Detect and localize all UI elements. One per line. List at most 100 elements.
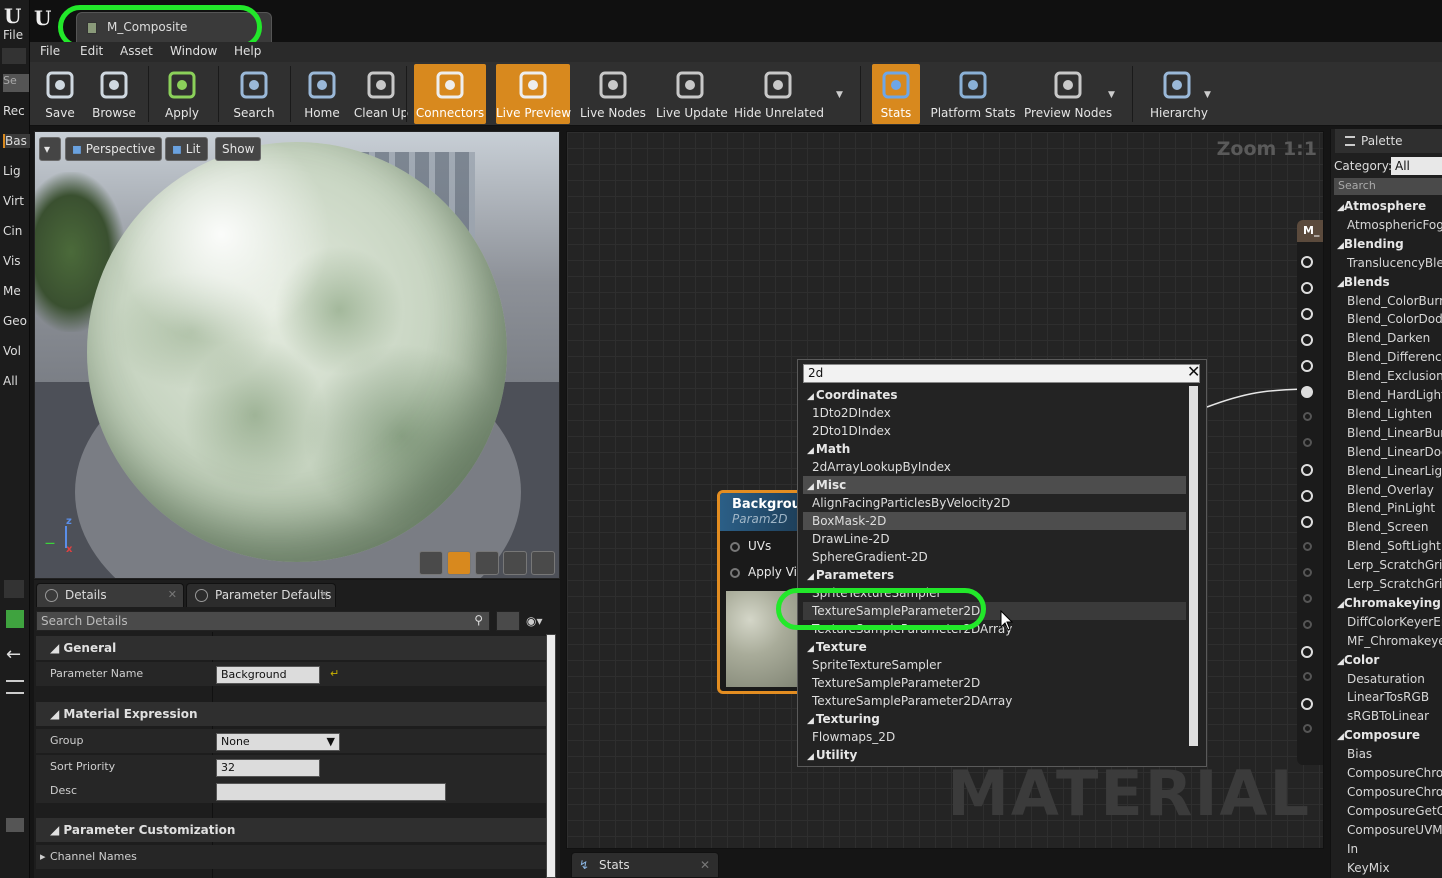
live-preview-button[interactable]: Live Preview [496,64,571,124]
expand-arrow-icon[interactable]: ◢ [807,392,814,402]
context-menu-item[interactable]: BoxMask-2D [803,512,1186,530]
result-input-pin-icon[interactable] [1303,724,1312,733]
hierarchy-button[interactable]: Hierarchy [1150,64,1208,124]
input-pin-icon[interactable] [730,541,740,552]
context-menu-item[interactable]: 2Dto1DIndex [803,422,1186,440]
result-input-pin-icon[interactable] [1301,464,1313,476]
pin-uvs[interactable]: UVs [730,539,771,553]
save-button[interactable]: Save [34,64,86,124]
context-menu-scrollbar[interactable] [1189,386,1198,746]
lit-button[interactable]: ◼ Lit [165,137,208,161]
expand-arrow-icon[interactable]: ◢ [1337,279,1344,289]
section-general[interactable]: ◢ General [36,636,546,660]
palette-category[interactable]: ◢Atmosphere [1331,197,1442,216]
category-dropdown[interactable]: All [1391,157,1442,175]
result-input-pin-icon[interactable] [1301,516,1313,528]
result-input-pin-icon[interactable] [1301,646,1313,658]
parameter-name-input[interactable]: Background [216,666,320,684]
chevron-down-icon[interactable]: ▼ [836,90,843,100]
palette-item[interactable]: Blend_Darken [1331,329,1442,348]
place-category-item[interactable]: Bas [3,134,30,148]
node-search-input[interactable]: 2d [803,364,1200,383]
palette-category[interactable]: ◢Color [1331,651,1442,670]
list-icon[interactable] [6,680,24,694]
place-category-item[interactable]: Lig [3,164,21,178]
palette-category[interactable]: ◢Blending [1331,235,1442,254]
palette-category[interactable]: ◢Composure [1331,726,1442,745]
palette-item[interactable]: LinearTosRGB [1331,688,1442,707]
tab-stats[interactable]: ↯ Stats ✕ [571,852,719,878]
result-input-pin-icon[interactable] [1301,360,1313,372]
context-menu-category[interactable]: ◢ Texture [803,638,1186,656]
result-input-pin-icon[interactable] [1301,334,1313,346]
palette-item[interactable]: Blend_LinearLigh [1331,462,1442,481]
close-icon[interactable]: ✕ [700,853,710,877]
file-menu-partial[interactable]: File [3,28,23,42]
material-result-node[interactable]: M_ [1297,220,1323,765]
expand-arrow-icon[interactable]: ▸ [40,845,46,869]
palette-category[interactable]: ◢Blends [1331,273,1442,292]
close-icon[interactable]: ✕ [320,584,329,606]
menu-window[interactable]: Window [170,44,217,58]
result-input-pin-icon[interactable] [1303,412,1312,421]
section-parameter-customization[interactable]: ◢ Parameter Customization [36,818,546,842]
result-input-pin-icon[interactable] [1303,672,1312,681]
close-icon[interactable]: ✕ [1187,364,1201,380]
palette-item[interactable]: Blend_Overlay [1331,481,1442,500]
chevron-down-icon[interactable]: ▼ [1108,90,1115,100]
place-category-item[interactable]: Vol [3,344,21,358]
context-menu-category[interactable]: ◢ Utility [803,746,1186,764]
context-menu-item[interactable]: SpriteTextureSampler [803,656,1186,674]
details-scrollbar[interactable] [546,634,556,878]
expand-arrow-icon[interactable]: ◢ [1337,241,1344,251]
hide-unrelated-button[interactable]: Hide Unrelated [734,64,824,124]
palette-item[interactable]: Blend_PinLight [1331,499,1442,518]
context-menu-item[interactable]: 1Dto2DIndex [803,404,1186,422]
place-category-item[interactable]: Vis [3,254,21,268]
tab-parameter-defaults[interactable]: Parameter Defaults ✕ [186,583,336,607]
result-input-pin-icon[interactable] [1301,386,1313,398]
content-browser-icon[interactable] [4,580,24,598]
expand-arrow-icon[interactable]: ◢ [1337,732,1344,742]
result-input-pin-icon[interactable] [1301,256,1313,268]
view-options-list-icon[interactable] [496,611,520,631]
sphere-preview-icon[interactable] [447,551,471,575]
palette-item[interactable]: ComposureChro [1331,783,1442,802]
row-channel-names[interactable]: ▸ Channel Names [36,845,546,869]
context-menu-item[interactable]: TextureSampleParameter2D [803,674,1186,692]
sort-priority-input[interactable]: 32 [216,759,320,777]
back-arrow-icon[interactable]: ← [6,644,21,665]
perspective-button[interactable]: ◼ Perspective [65,137,163,161]
palette-category[interactable]: ◢Chromakeying [1331,594,1442,613]
context-menu-category[interactable]: ◢ Coordinates [803,386,1186,404]
palette-search-input[interactable]: Search [1334,178,1442,195]
palette-item[interactable]: Desaturation [1331,670,1442,689]
palette-item[interactable]: Blend_Exclusion [1331,367,1442,386]
cube-preview-icon[interactable] [503,551,527,575]
expand-arrow-icon[interactable]: ◢ [1337,600,1344,610]
home-button[interactable]: Home [300,64,344,124]
reset-arrow-icon[interactable]: ↵ [330,662,339,686]
palette-item[interactable]: Lerp_ScratchGri [1331,575,1442,594]
palette-item[interactable]: sRGBToLinear [1331,707,1442,726]
context-menu-item[interactable]: TextureSampleParameter2DArray [803,692,1186,710]
palette-item[interactable]: MF_Chromakeye [1331,632,1442,651]
mesh-preview-icon[interactable] [531,551,555,575]
stats-button[interactable]: Stats [872,64,920,124]
context-menu-item[interactable]: DrawLine-2D [803,530,1186,548]
palette-item[interactable]: Blend_Difference [1331,348,1442,367]
menu-asset[interactable]: Asset [120,44,153,58]
search-details-input[interactable]: Search Details ⚲ [36,611,490,631]
preview-viewport[interactable]: ▾ ◼ Perspective ◼ Lit Show — x z [34,131,560,579]
browse-button[interactable]: Browse [86,64,142,124]
palette-item[interactable]: AtmosphericFog [1331,216,1442,235]
palette-item[interactable]: Blend_LinearBurn [1331,424,1442,443]
expand-arrow-icon[interactable]: ◢ [1337,203,1344,213]
palette-item[interactable]: TranslucencyBle [1331,254,1442,273]
eye-visibility-icon[interactable]: ◉▾ [526,614,543,628]
place-search-input[interactable]: Se [3,74,29,92]
place-category-item[interactable]: All [3,374,18,388]
result-input-pin-icon[interactable] [1303,542,1312,551]
palette-item[interactable]: Blend_LinearDod [1331,443,1442,462]
context-menu-category[interactable]: ◢ Math [803,440,1186,458]
